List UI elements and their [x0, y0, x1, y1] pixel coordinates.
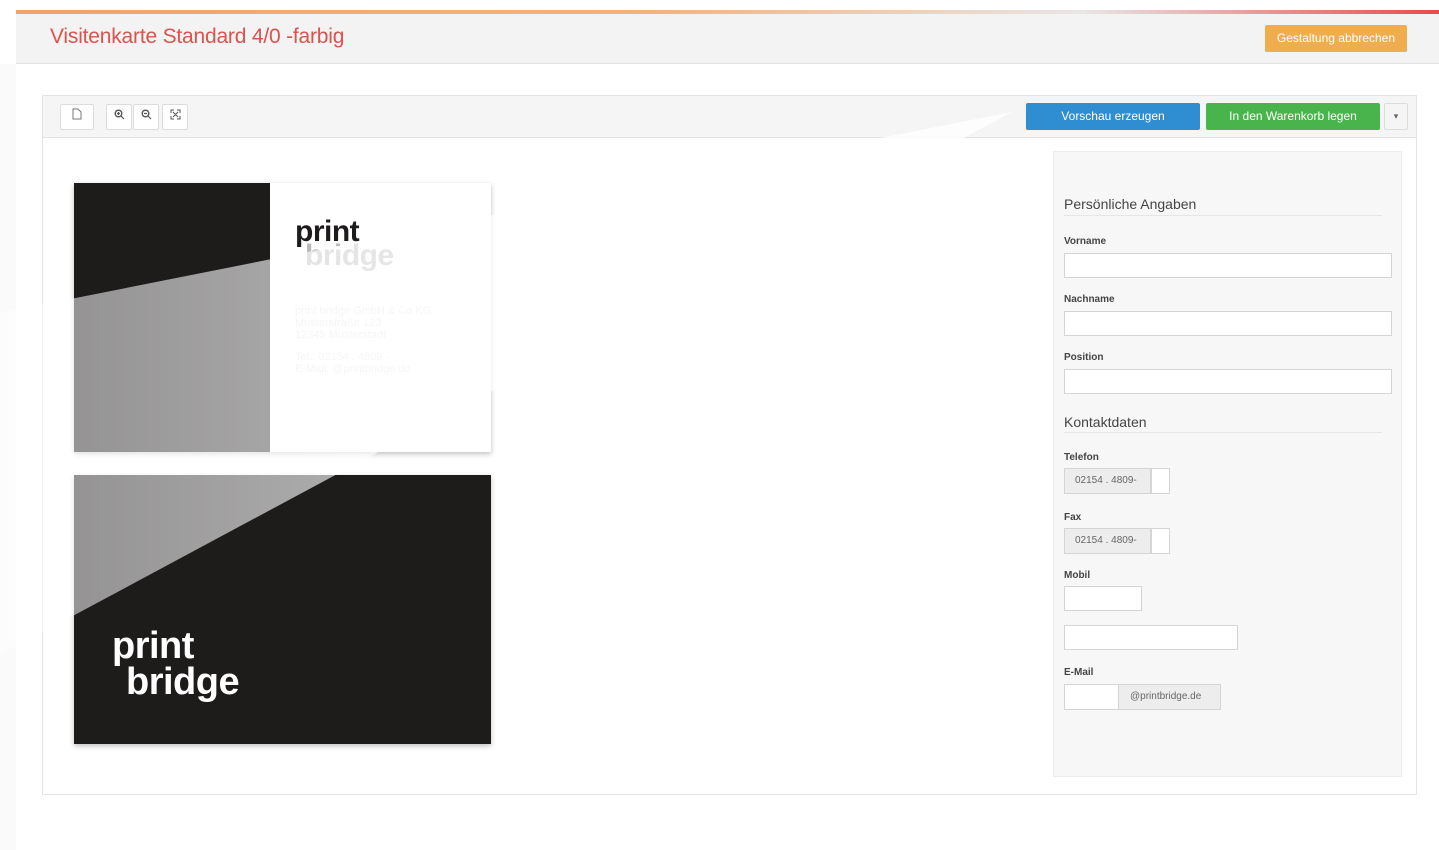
contact-section-title: Kontaktdaten	[1064, 414, 1147, 430]
position-input[interactable]	[1064, 369, 1392, 394]
dropdown-caret-icon[interactable]: ▾	[1384, 103, 1408, 130]
nachname-label: Nachname	[1064, 294, 1115, 305]
front-address-line: Musterstraße 123	[295, 317, 382, 329]
vorname-label: Vorname	[1064, 236, 1107, 247]
editor-toolbar: Vorschau erzeugen In den Warenkorb legen…	[43, 96, 1416, 138]
fax-label: Fax	[1064, 512, 1082, 523]
card-front-dark-panel	[74, 183, 270, 452]
page-icon-glyph	[72, 108, 82, 120]
zoom-in-icon[interactable]	[106, 104, 132, 130]
telefon-label: Telefon	[1064, 452, 1099, 463]
page-title: Visitenkarte Standard 4/0 -farbig	[50, 25, 345, 48]
cancel-design-button[interactable]: Gestaltung abbrechen	[1264, 25, 1407, 52]
front-logo-bridge: bridge	[305, 239, 394, 272]
preview-button[interactable]: Vorschau erzeugen	[1026, 103, 1200, 130]
fit-icon[interactable]	[162, 104, 188, 130]
zoom-out-icon[interactable]	[133, 104, 159, 130]
telefon-prefix: 02154 . 4809-	[1064, 468, 1151, 494]
front-address-line: print bridge GmbH & Co KG	[295, 305, 432, 317]
fax-input[interactable]	[1151, 528, 1170, 554]
front-email-line: E-Mail: @printbridge.de	[295, 363, 411, 375]
mobil-prefix-input[interactable]	[1064, 586, 1142, 611]
page-icon[interactable]	[60, 104, 94, 130]
mobil-label: Mobil	[1064, 570, 1091, 581]
fit-glyph	[170, 109, 180, 120]
front-contact: Tel.: 02154 . 4809 - E-Mail: @printbridg…	[295, 351, 411, 375]
card-editor: Vorschau erzeugen In den Warenkorb legen…	[42, 95, 1417, 795]
section-divider	[1064, 215, 1382, 216]
vorname-input[interactable]	[1064, 253, 1392, 278]
page-header: Visitenkarte Standard 4/0 -farbig Gestal…	[16, 14, 1439, 64]
email-suffix: @printbridge.de	[1118, 684, 1221, 710]
fax-prefix: 02154 . 4809-	[1064, 528, 1151, 554]
card-front-preview[interactable]: print bridge print bridge GmbH & Co KG M…	[74, 183, 491, 452]
zoom-out-glyph	[141, 109, 151, 120]
section-divider	[1064, 432, 1382, 433]
personal-section-title: Persönliche Angaben	[1064, 196, 1197, 212]
email-input[interactable]	[1064, 684, 1119, 710]
back-logo-bridge: bridge	[126, 661, 240, 703]
zoom-in-glyph	[114, 109, 124, 120]
form-panel: Persönliche Angaben Vorname Nachname Pos…	[1053, 151, 1402, 777]
page-side-shade	[0, 64, 16, 850]
telefon-input[interactable]	[1151, 468, 1170, 494]
add-to-cart-button[interactable]: In den Warenkorb legen	[1206, 103, 1380, 130]
front-address: print bridge GmbH & Co KG Musterstraße 1…	[295, 305, 431, 341]
front-address-line: 12345 Musterstadt	[295, 329, 387, 341]
nachname-input[interactable]	[1064, 311, 1392, 336]
front-phone-line: Tel.: 02154 . 4809 -	[295, 351, 390, 363]
mobil-number-input[interactable]	[1064, 625, 1238, 650]
position-label: Position	[1064, 352, 1104, 363]
email-label: E-Mail	[1064, 667, 1094, 678]
card-back-preview[interactable]: print bridge	[74, 475, 491, 744]
